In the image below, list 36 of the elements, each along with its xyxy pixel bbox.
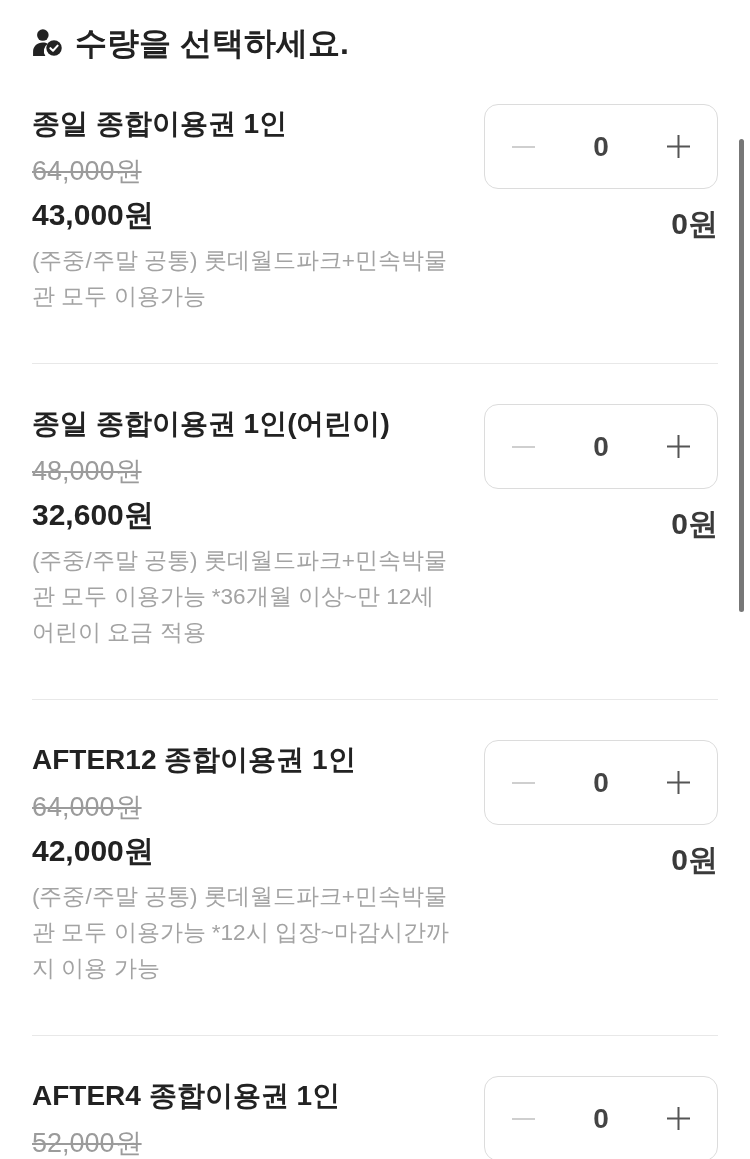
quantity-value: 0: [593, 130, 609, 163]
product-name: 종일 종합이용권 1인(어린이): [32, 407, 390, 441]
plus-icon: [666, 435, 690, 458]
quantity-stepper[interactable]: 0: [484, 740, 718, 825]
original-price: 64,000원: [32, 155, 142, 187]
sale-price: 32,600원: [32, 498, 154, 532]
quantity-value: 0: [593, 1102, 609, 1135]
person-check-icon: [33, 28, 62, 56]
product-description: (주중/주말 공통) 롯데월드파크+민속박물관 모두 이용가능 *12시 입장~마감시간까지 이용 가능: [32, 883, 450, 983]
product-description: (주중/주말 공통) 롯데월드파크+민속박물관 모두 이용가능 *36개월 이상~만 12세 어린이 요금 적용: [32, 547, 448, 647]
quantity-value: 0: [593, 430, 609, 463]
product-name: AFTER4 종합이용권 1인: [32, 1079, 341, 1113]
section-title: 수량을 선택하세요.: [75, 24, 349, 63]
minus-icon: [512, 1117, 536, 1120]
plus-icon: [666, 135, 690, 158]
line-total: 0원: [671, 507, 718, 541]
original-price: 64,000원: [32, 791, 142, 823]
sale-price: 43,000원: [32, 198, 154, 232]
minus-icon: [512, 145, 536, 148]
quantity-stepper[interactable]: 0: [484, 1076, 718, 1159]
sale-price: 42,000원: [32, 834, 154, 868]
scrollbar-thumb[interactable]: [739, 139, 744, 612]
quantity-stepper[interactable]: 0: [484, 104, 718, 189]
minus-icon: [512, 445, 536, 448]
plus-icon: [666, 1107, 690, 1130]
quantity-value: 0: [593, 766, 609, 799]
original-price: 48,000원: [32, 455, 142, 487]
line-total: 0원: [671, 843, 718, 877]
product-description: (주중/주말 공통) 롯데월드파크+민속박물관 모두 이용가능: [32, 247, 448, 311]
minus-icon: [512, 781, 536, 784]
quantity-stepper[interactable]: 0: [484, 404, 718, 489]
line-total: 0원: [671, 207, 718, 241]
product-name: AFTER12 종합이용권 1인: [32, 743, 356, 777]
product-name: 종일 종합이용권 1인: [32, 107, 288, 141]
plus-icon: [666, 771, 690, 794]
original-price: 52,000원: [32, 1127, 142, 1159]
